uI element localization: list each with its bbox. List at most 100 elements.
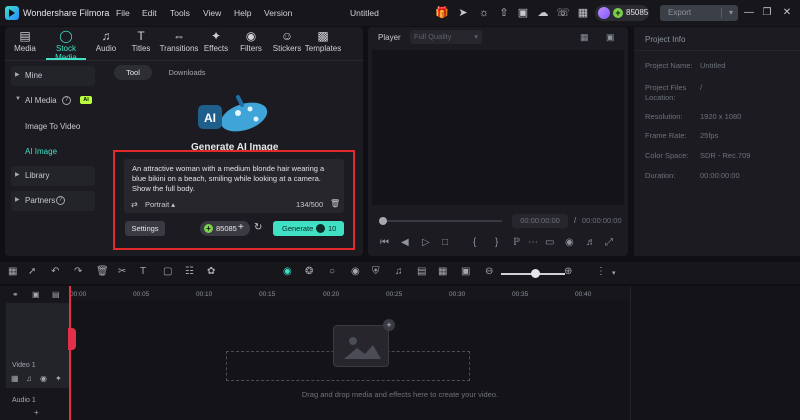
current-time[interactable]: 00:00:00:00 [512,214,568,228]
send-icon[interactable]: ➤ [456,6,470,20]
sidebar-item-partners[interactable]: ▶ Partners ? [11,191,95,211]
help-icon[interactable]: ? [56,196,65,205]
headset-icon[interactable]: ☏ [556,6,570,20]
display-icon[interactable]: ▭ [545,237,554,248]
tab-transitions[interactable]: ⇔ Transitions [158,29,200,57]
image-icon[interactable]: ▦ [438,266,447,277]
scrub-handle[interactable] [379,217,387,225]
lock-icon[interactable]: ▦ [11,374,19,383]
menu-version[interactable]: Version [264,8,292,18]
trash-icon[interactable]: 🗑 [330,199,340,208]
gift-icon[interactable]: 🎁 [435,6,449,20]
plus-icon[interactable]: + [238,222,244,233]
color-icon[interactable]: ✿ [207,266,215,277]
stop-icon[interactable]: □ [442,237,448,248]
tab-effects[interactable]: ✦ Effects [198,29,234,57]
help-icon[interactable]: ? [62,96,71,105]
zoom-in-icon[interactable]: ⊕ [564,266,572,277]
playhead[interactable] [69,286,71,420]
generate-button[interactable]: Generate 10 [273,221,344,236]
snapshot-view-icon[interactable]: ▣ [606,32,615,43]
microphone-icon[interactable]: ♫ [395,266,403,277]
grid-icon[interactable]: ▦ [576,6,590,20]
previous-frame-icon[interactable]: ⏮ [380,237,389,248]
mask-icon[interactable]: ◉ [351,266,360,277]
prompt-text[interactable]: An attractive woman with a medium blonde… [132,164,338,194]
cut-icon[interactable]: ✂ [118,266,126,277]
voiceover-icon[interactable]: ▤ [417,266,426,277]
menu-file[interactable]: File [116,8,130,18]
tab-media[interactable]: ▤ Media [7,29,43,57]
menu-tools[interactable]: Tools [170,8,190,18]
snapshot-icon[interactable]: ℙ [513,237,520,248]
close-icon[interactable]: ✕ [780,6,794,20]
shield-icon[interactable]: ⛨ [372,266,380,277]
redo-icon[interactable]: ↷ [74,266,82,277]
playhead-handle[interactable] [68,328,76,350]
lightbulb-icon[interactable]: ☼ [477,6,491,20]
speaker-icon[interactable]: ♫ [26,374,32,383]
link-icon[interactable]: ⚭ [12,290,19,299]
eye-icon[interactable]: ◉ [40,374,47,383]
settings-button[interactable]: Settings [125,221,165,236]
crop-icon[interactable]: ▢ [163,266,172,277]
player-viewport[interactable] [372,50,624,205]
pip-icon[interactable]: ▣ [461,266,470,277]
undo-icon[interactable]: ↶ [51,266,59,277]
restore-icon[interactable]: ❐ [760,6,774,20]
sidebar-item-image-to-video[interactable]: Image To Video [25,122,80,131]
tab-downloads[interactable]: Downloads [160,65,214,80]
ai-tools-icon[interactable]: ❂ [305,266,313,277]
fullscreen-icon[interactable]: ⤢ [605,237,613,248]
more-tools-icon[interactable]: ☷ [185,266,194,277]
minimize-icon[interactable]: — [742,6,756,20]
scrub-track[interactable] [382,220,502,222]
time-ruler[interactable] [70,286,630,300]
select-icon[interactable]: ➚ [28,266,36,277]
shuffle-icon[interactable]: ⇄ [131,200,138,209]
tab-filters[interactable]: ◉ Filters [233,29,269,57]
chevron-down-icon[interactable]: ▾ [729,5,733,21]
mark-in-icon[interactable]: { [473,237,476,248]
tab-titles[interactable]: T Titles [123,29,159,57]
chevron-down-icon[interactable]: ▾ [612,269,616,277]
track-manager-icon[interactable]: ▤ [52,290,60,299]
zoom-handle[interactable] [531,269,540,278]
tab-templates[interactable]: ▩ Templates [303,29,343,57]
menu-view[interactable]: View [203,8,221,18]
add-media-icon[interactable]: + [383,319,395,331]
mark-out-icon[interactable]: } [495,237,498,248]
monitor-icon[interactable]: ▣ [516,6,530,20]
grid-view-icon[interactable]: ▦ [580,32,589,43]
avatar[interactable] [598,7,610,19]
cloud-icon[interactable]: ☁ [536,6,550,20]
camera-icon[interactable]: ◉ [565,237,574,248]
refresh-icon[interactable]: ↻ [254,222,262,233]
zoom-out-icon[interactable]: ⊖ [485,266,493,277]
volume-icon[interactable]: ♬ [586,237,596,248]
step-back-icon[interactable]: ◀ [401,237,409,248]
play-icon[interactable]: ▷ [422,237,430,248]
add-audio-icon[interactable]: + [34,408,39,417]
text-icon[interactable]: T [140,266,146,277]
menu-edit[interactable]: Edit [142,8,157,18]
quality-select[interactable]: Full Quality ▾ [410,30,482,44]
snap-icon[interactable]: ○ [329,266,335,277]
more-icon[interactable]: ⋯ [528,237,538,248]
tab-tool[interactable]: Tool [114,65,152,80]
share-icon[interactable]: ⇧ [497,6,511,20]
effects-toggle-icon[interactable]: ✦ [55,374,62,383]
add-track-icon[interactable]: ▣ [32,290,40,299]
delete-icon[interactable]: 🗑 [96,266,109,277]
export-button[interactable]: Export ▾ [660,5,738,21]
grid-icon[interactable]: ⋮ [596,266,606,277]
layout-icon[interactable]: ▦ [8,266,17,277]
sidebar-item-ai-image[interactable]: AI Image [25,147,57,156]
tab-stock-media[interactable]: ◯ Stock Media [44,29,88,62]
ratio-select[interactable]: Portrait ▴ [145,200,175,209]
tab-audio[interactable]: ♫ Audio [88,29,124,57]
menu-help[interactable]: Help [234,8,251,18]
render-icon[interactable]: ◉ [283,266,292,277]
sidebar-item-mine[interactable]: ▶ Mine [11,66,95,86]
tab-stickers[interactable]: ☺ Stickers [268,29,306,57]
